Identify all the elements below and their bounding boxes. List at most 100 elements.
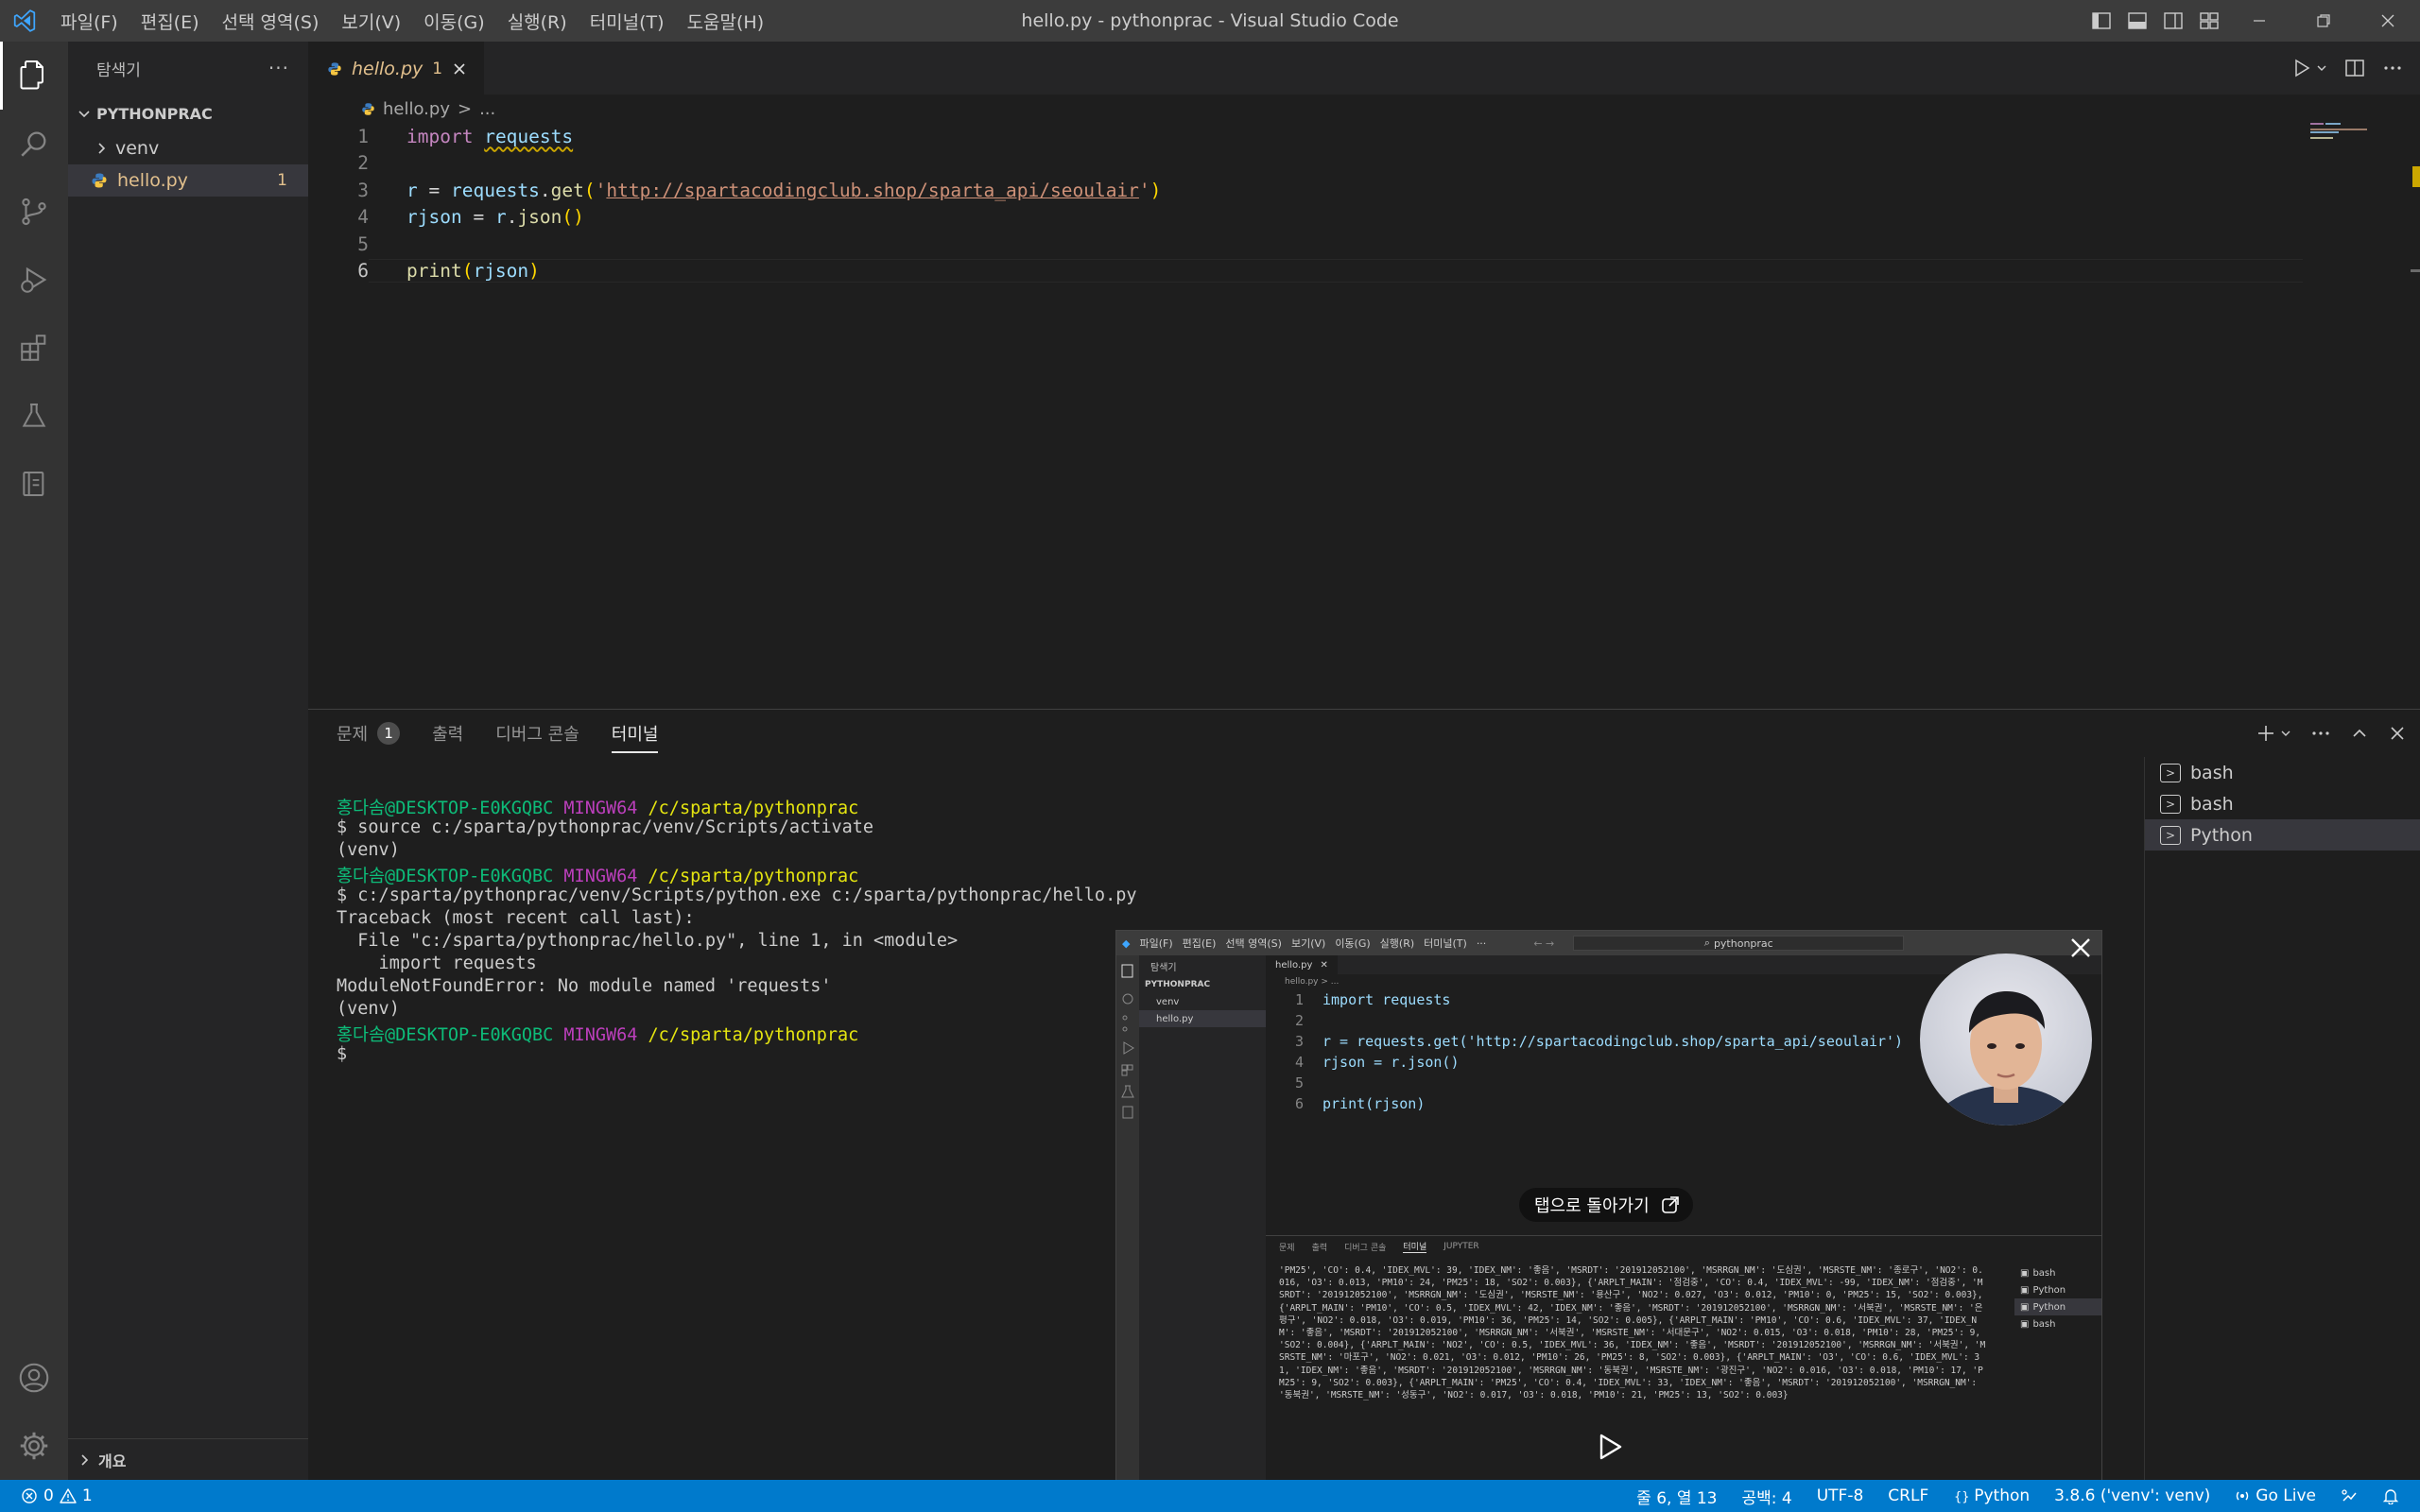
terminal-instance-bash[interactable]: > bash <box>2145 788 2420 819</box>
picture-in-picture-video[interactable]: ◆ 파일(F) 편집(E) 선택 영역(S) 보기(V) 이동(G) 실행(R)… <box>1115 930 2102 1482</box>
terminal-instance-python[interactable]: > Python <box>2145 819 2420 850</box>
string-url[interactable]: http://spartacodingclub.shop/sparta_api/… <box>606 180 1139 201</box>
menu-file[interactable]: 파일(F) <box>49 9 130 34</box>
string-quote: ' <box>1138 179 1150 201</box>
toggle-secondary-sidebar-icon[interactable] <box>2155 0 2191 42</box>
terminal-prompt-line: 홍다솜@DESKTOP-E0KGQBC MINGW64 /c/sparta/py… <box>337 795 2133 818</box>
operator: = <box>461 206 495 229</box>
restore-icon[interactable] <box>2291 0 2356 42</box>
tab-label: 터미널 <box>611 725 659 745</box>
minimap[interactable] <box>2303 94 2420 709</box>
terminal-icon: > <box>2160 763 2181 782</box>
notifications-bell-icon[interactable] <box>2382 1487 2399 1504</box>
warning-icon <box>60 1488 77 1503</box>
run-dropdown-chevron-icon[interactable] <box>2316 62 2327 74</box>
run-debug-icon[interactable] <box>0 246 68 314</box>
pip-activity-icons <box>1121 964 1134 1119</box>
pip-command-center: ⌕ pythonprac <box>1573 936 1905 951</box>
search-icon[interactable] <box>0 110 68 178</box>
customize-layout-icon[interactable] <box>2191 0 2227 42</box>
breadcrumb-file[interactable]: hello.py <box>383 99 450 119</box>
pip-control-gradient <box>1266 1424 2101 1481</box>
terminal-instance-bash[interactable]: > bash <box>2145 757 2420 788</box>
var-r: r <box>494 206 507 229</box>
python-file-icon <box>92 173 107 188</box>
terminal-line: (venv) <box>337 840 400 860</box>
testing-icon[interactable] <box>0 382 68 450</box>
pip-panel-tabs: 문제 출력 디버그 콘솔 터미널 JUPYTER <box>1266 1236 2101 1257</box>
cursor-position[interactable]: 줄 6, 열 13 <box>1636 1485 1717 1508</box>
var-requests: requests <box>450 179 540 201</box>
breadcrumb: hello.py > ... <box>308 94 2420 123</box>
extensions-icon[interactable] <box>0 314 68 382</box>
status-problems[interactable]: 0 1 <box>0 1486 93 1505</box>
panel-more-icon[interactable] <box>2310 723 2331 744</box>
back-to-tab-button[interactable]: 탭으로 돌아가기 <box>1519 1188 1693 1222</box>
var-rjson: rjson <box>406 206 462 229</box>
more-actions-icon[interactable] <box>2382 58 2403 78</box>
source-control-icon[interactable] <box>0 178 68 246</box>
notebook-icon[interactable] <box>0 450 68 518</box>
workspace-folder[interactable]: PYTHONPRAC <box>68 94 308 132</box>
explorer-more-icon[interactable]: ··· <box>268 57 289 79</box>
breadcrumb-symbols[interactable]: ... <box>479 99 495 119</box>
tree-item-hello-py[interactable]: hello.py 1 <box>68 164 308 197</box>
explorer-icon[interactable] <box>0 42 68 110</box>
code-editor[interactable]: 1 import requests 2 3 r = requests.get('… <box>308 123 2420 284</box>
language-mode[interactable]: {} Python <box>1953 1486 2030 1505</box>
terminal-instance-label: bash <box>2190 762 2234 783</box>
maximize-panel-chevron-up-icon[interactable] <box>2350 724 2369 743</box>
go-live-button[interactable]: Go Live <box>2235 1486 2316 1505</box>
indentation[interactable]: 공백: 4 <box>1742 1485 1792 1508</box>
workspace-folder-label: PYTHONPRAC <box>96 104 213 123</box>
pip-menu-item: 실행(R) <box>1379 937 1415 950</box>
tab-output[interactable]: 출력 <box>432 710 463 757</box>
run-python-file-icon[interactable] <box>2291 58 2312 78</box>
split-editor-icon[interactable] <box>2344 58 2365 78</box>
pip-panel: 문제 출력 디버그 콘솔 터미널 JUPYTER 'PM25', 'CO': 0… <box>1266 1235 2101 1481</box>
toggle-primary-sidebar-icon[interactable] <box>2083 0 2119 42</box>
python-interpreter[interactable]: 3.8.6 ('venv': venv) <box>2054 1486 2210 1505</box>
close-pip-icon[interactable] <box>2067 935 2094 961</box>
new-terminal-plus-icon[interactable] <box>2256 723 2276 744</box>
menu-help[interactable]: 도움말(H) <box>676 9 776 34</box>
terminal-prompt-line: 홍다솜@DESKTOP-E0KGQBC MINGW64 /c/sparta/py… <box>337 863 2133 886</box>
menu-run[interactable]: 실행(R) <box>496 9 579 34</box>
feedback-icon[interactable] <box>2341 1487 2358 1504</box>
close-tab-icon[interactable] <box>452 61 467 77</box>
terminal-profile-chevron-icon[interactable] <box>2280 728 2291 739</box>
minimize-icon[interactable] <box>2227 0 2291 42</box>
menu-selection[interactable]: 선택 영역(S) <box>211 9 331 34</box>
tab-hello-py[interactable]: hello.py 1 <box>308 42 485 94</box>
encoding[interactable]: UTF-8 <box>1817 1486 1864 1505</box>
menu-view[interactable]: 보기(V) <box>330 9 412 34</box>
manage-gear-icon[interactable] <box>0 1412 68 1480</box>
keyword-import: import <box>406 125 474 147</box>
tab-terminal[interactable]: 터미널 <box>611 710 659 757</box>
fn-print: print <box>406 260 462 283</box>
tree-item-venv[interactable]: venv <box>68 132 308 164</box>
close-window-icon[interactable] <box>2356 0 2420 42</box>
var-rjson: rjson <box>473 260 529 283</box>
close-panel-icon[interactable] <box>2388 724 2407 743</box>
tab-debug-console[interactable]: 디버그 콘솔 <box>495 710 579 757</box>
accounts-icon[interactable] <box>0 1344 68 1412</box>
pip-menu-item: 파일(F) <box>1139 937 1173 950</box>
paren: () <box>562 206 584 229</box>
terminal-list: > bash > bash > Python <box>2144 757 2420 1481</box>
menu-edit[interactable]: 편집(E) <box>130 9 211 34</box>
fn-json: json <box>517 206 562 229</box>
chevron-down-icon <box>78 111 90 118</box>
end-of-line[interactable]: CRLF <box>1888 1486 1928 1505</box>
terminal-icon: > <box>2160 825 2181 845</box>
paren: ( <box>461 260 474 283</box>
line-number: 6 <box>357 260 369 283</box>
menu-go[interactable]: 이동(G) <box>412 9 496 34</box>
pip-panel-tab: 디버그 콘솔 <box>1344 1243 1387 1253</box>
menu-terminal[interactable]: 터미널(T) <box>579 9 676 34</box>
outline-section[interactable]: 개요 <box>68 1438 308 1480</box>
play-icon[interactable] <box>1595 1432 1625 1462</box>
toggle-panel-icon[interactable] <box>2119 0 2155 42</box>
line-number: 1 <box>357 125 369 147</box>
tab-problems[interactable]: 문제 1 <box>337 710 401 757</box>
